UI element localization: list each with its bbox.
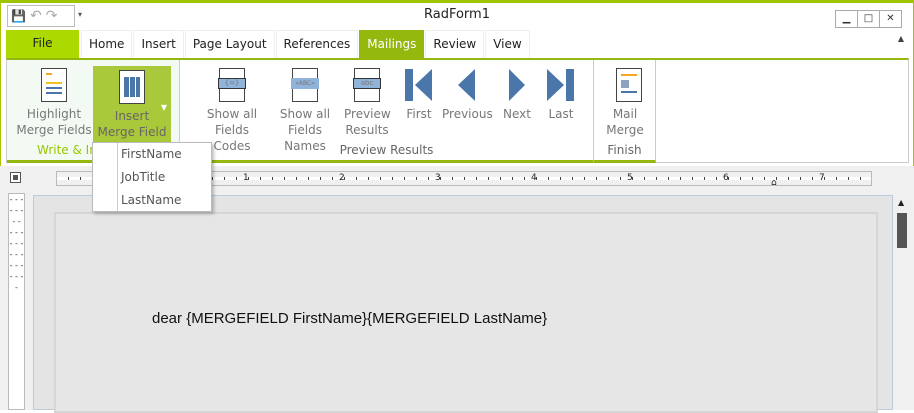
document-text[interactable]: dear {MERGEFIELD FirstName}{MERGEFIELD L… <box>152 310 547 327</box>
right-indent-marker[interactable]: ⌂ <box>771 178 777 188</box>
document-canvas: dear {MERGEFIELD FirstName}{MERGEFIELD L… <box>33 195 893 413</box>
group-preview-results: {=} Show all Fields Codes «ABC» Show all… <box>180 60 594 163</box>
first-record-icon <box>405 69 432 101</box>
tab-mailings[interactable]: Mailings <box>359 30 425 58</box>
close-button[interactable]: ✕ <box>879 10 902 28</box>
ruler-number: 7 <box>819 173 825 183</box>
previous-button[interactable]: Previous <box>442 64 493 122</box>
highlight-merge-fields-button[interactable]: Highlight Merge Fields <box>15 64 93 138</box>
group-finish: Mail Merge Finish <box>594 60 656 163</box>
icon-text: «ABC» <box>291 78 319 89</box>
label: Previous <box>442 107 493 121</box>
collapse-ribbon-icon[interactable]: ▲ <box>898 34 904 43</box>
label: Show all <box>279 107 331 121</box>
label: Merge Fields <box>16 123 92 137</box>
show-all-fields-codes-button[interactable]: {=} Show all Fields Codes <box>200 64 264 154</box>
first-button[interactable]: First <box>402 64 436 122</box>
show-all-fields-names-button[interactable]: «ABC» Show all Fields Names <box>268 64 342 154</box>
mail-merge-icon <box>616 68 642 102</box>
scroll-up-icon[interactable]: ▲ <box>898 198 904 207</box>
last-button[interactable]: Last <box>546 64 576 122</box>
tab-references[interactable]: References <box>275 30 359 58</box>
menu-item-lastname[interactable]: LastName <box>121 193 181 207</box>
menu-item-firstname[interactable]: FirstName <box>121 147 182 161</box>
vertical-ruler[interactable]: - - - - - - - -- - - - - - - - - - - - -… <box>8 193 25 410</box>
preview-icon: abc <box>353 68 381 102</box>
label: Highlight <box>26 107 82 121</box>
icon-text: abc <box>353 78 381 89</box>
field-codes-icon: {=} <box>218 68 246 102</box>
tab-home[interactable]: Home <box>81 30 133 58</box>
minimize-button[interactable]: ▁ <box>835 10 858 28</box>
previous-record-icon <box>458 69 475 101</box>
ruler-number: 2 <box>339 173 345 183</box>
scrollbar-thumb[interactable] <box>897 213 907 248</box>
ruler-number: 6 <box>723 173 729 183</box>
mail-merge-button[interactable]: Mail Merge <box>602 64 648 138</box>
dropdown-arrow-icon: ▼ <box>160 103 167 112</box>
table-icon <box>119 70 145 104</box>
label: First <box>406 107 432 121</box>
ruler-number: 4 <box>531 173 537 183</box>
label: Mail <box>612 107 638 121</box>
tab-file[interactable]: File <box>6 30 79 58</box>
group-label: Preview Results <box>339 143 434 157</box>
label: Show all <box>206 107 258 121</box>
ruler-toggle-button[interactable] <box>10 172 21 183</box>
label: Results <box>345 123 389 137</box>
ruler-number: 5 <box>627 173 633 183</box>
group-label: Finish <box>607 143 642 157</box>
last-record-icon <box>547 69 574 101</box>
next-button[interactable]: Next <box>500 64 534 122</box>
label: Merge Field <box>97 125 167 139</box>
document-area: - - - - - - - -- - - - - - - - - - - - -… <box>0 191 914 413</box>
window-title: RadForm1 <box>424 7 490 22</box>
ruler-number: 1 <box>243 173 249 183</box>
document-page[interactable]: dear {MERGEFIELD FirstName}{MERGEFIELD L… <box>54 212 878 413</box>
maximize-button[interactable]: □ <box>857 10 880 28</box>
label: Merge <box>606 123 644 137</box>
next-record-icon <box>509 69 525 101</box>
tab-insert[interactable]: Insert <box>133 30 184 58</box>
label: Preview <box>344 107 391 121</box>
highlight-icon <box>41 68 67 102</box>
merge-field-dropdown: FirstName JobTitle LastName <box>92 142 212 212</box>
label: Last <box>548 107 574 121</box>
ruler-number: 3 <box>435 173 441 183</box>
ribbon-tabs: File Home Insert Page Layout References … <box>6 30 531 58</box>
insert-merge-field-button[interactable]: Insert Merge Field ▼ <box>93 66 171 142</box>
vertical-scrollbar[interactable]: ▲ <box>894 195 910 410</box>
tab-page-layout[interactable]: Page Layout <box>184 30 275 58</box>
preview-results-button[interactable]: abc Preview Results <box>344 64 391 138</box>
label: Insert <box>114 109 150 123</box>
tab-review[interactable]: Review <box>425 30 485 58</box>
tab-view[interactable]: View <box>485 30 530 58</box>
menu-item-jobtitle[interactable]: JobTitle <box>121 170 165 184</box>
icon-text: {=} <box>218 78 246 89</box>
label: Next <box>503 107 531 121</box>
field-names-icon: «ABC» <box>291 68 319 102</box>
